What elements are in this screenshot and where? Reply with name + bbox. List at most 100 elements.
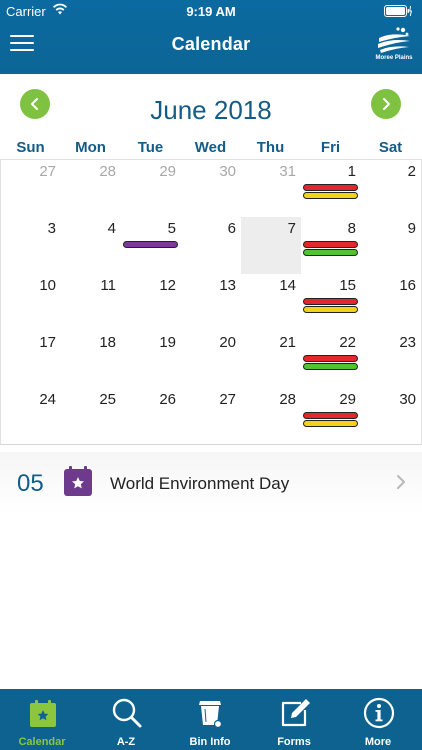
weekday-label-tue: Tue: [137, 139, 164, 156]
calendar-day-cell[interactable]: 24: [1, 388, 61, 445]
event-bar-green: [303, 249, 358, 256]
day-number: 19: [159, 334, 176, 351]
bin-icon: [195, 697, 227, 729]
day-number: 4: [107, 220, 116, 237]
tab-label: A-Z: [116, 736, 136, 748]
calendar-grid: 27 28 29 30 31 1 2 3 4 5 6 7 8 9 10 11 12 13 14 15 16 17 18 19 2…: [0, 159, 422, 445]
app-header: Carrier 9:19 AM Calendar Moree Plains: [0, 0, 422, 74]
calendar-day-cell[interactable]: 21: [241, 331, 301, 388]
calendar-day-cell[interactable]: 14: [241, 274, 301, 331]
day-number: 13: [219, 277, 236, 294]
day-number: 24: [39, 391, 56, 408]
calendar-day-cell[interactable]: 18: [61, 331, 121, 388]
event-bar-yellow: [303, 306, 358, 313]
calendar-day-cell[interactable]: 19: [121, 331, 181, 388]
calendar-day-cell[interactable]: 29: [301, 388, 361, 445]
event-list-item[interactable]: 05 World Environment Day: [0, 452, 422, 514]
chevron-right-icon: [396, 474, 406, 495]
calendar-day-cell[interactable]: 7: [241, 217, 301, 274]
calendar-day-cell[interactable]: 28: [241, 388, 301, 445]
calendar-day-cell[interactable]: 4: [61, 217, 121, 274]
status-bar: Carrier 9:19 AM: [0, 0, 422, 22]
calendar-day-cell[interactable]: 30: [361, 388, 421, 445]
calendar-day-cell[interactable]: 27: [1, 160, 61, 217]
day-number: 5: [167, 220, 176, 237]
calendar-day-cell[interactable]: 3: [1, 217, 61, 274]
day-number: 20: [219, 334, 236, 351]
day-number: 23: [399, 334, 416, 351]
weekday-label-sat: Sat: [378, 139, 403, 156]
day-number: 2: [407, 163, 416, 180]
calendar-day-cell[interactable]: 6: [181, 217, 241, 274]
calendar-day-cell[interactable]: 31: [241, 160, 301, 217]
event-bar-yellow: [303, 192, 358, 199]
event-bar-red: [303, 241, 358, 248]
calendar-day-cell[interactable]: 27: [181, 388, 241, 445]
day-number: 10: [39, 277, 56, 294]
tab-label: More: [364, 736, 392, 748]
day-number: 29: [339, 391, 356, 408]
tab-label: Forms: [277, 736, 311, 748]
month-title: June 2018: [150, 95, 272, 125]
weekday-label-mon: Mon: [75, 139, 106, 156]
day-number: 18: [99, 334, 116, 351]
council-logo: Moree Plains: [375, 26, 413, 66]
tab-a-z[interactable]: A-Z: [84, 689, 168, 750]
calendar-day-cell[interactable]: 5: [121, 217, 181, 274]
calendar-day-cell[interactable]: 8: [301, 217, 361, 274]
tab-calendar[interactable]: Calendar: [0, 689, 84, 750]
event-bar-red: [303, 298, 358, 305]
calendar-day-cell[interactable]: 1: [301, 160, 361, 217]
calendar-day-cell[interactable]: 11: [61, 274, 121, 331]
day-number: 6: [227, 220, 236, 237]
day-number: 28: [99, 163, 116, 180]
day-number: 12: [159, 277, 176, 294]
day-number: 22: [339, 334, 356, 351]
calendar-day-cell[interactable]: 12: [121, 274, 181, 331]
day-number: 15: [339, 277, 356, 294]
next-month-button[interactable]: [371, 89, 401, 119]
event-bar-red: [303, 355, 358, 362]
calendar-day-cell[interactable]: 25: [61, 388, 121, 445]
logo-text: Moree Plains: [375, 55, 413, 61]
calendar-day-cell[interactable]: 29: [121, 160, 181, 217]
calendar-day-cell[interactable]: 30: [181, 160, 241, 217]
calendar-day-cell[interactable]: 9: [361, 217, 421, 274]
search-icon: [111, 697, 143, 729]
info-icon: [363, 697, 395, 729]
calendar-day-cell[interactable]: 16: [361, 274, 421, 331]
calendar-day-cell[interactable]: 10: [1, 274, 61, 331]
page-title: Calendar: [171, 34, 251, 54]
calendar-day-cell[interactable]: 2: [361, 160, 421, 217]
event-bar-yellow: [303, 420, 358, 427]
day-number: 27: [39, 163, 56, 180]
calendar-day-cell[interactable]: 22: [301, 331, 361, 388]
day-number: 14: [279, 277, 296, 294]
calendar-day-cell[interactable]: 20: [181, 331, 241, 388]
status-time: 9:19 AM: [186, 4, 236, 19]
day-number: 28: [279, 391, 296, 408]
calendar-day-cell[interactable]: 26: [121, 388, 181, 445]
day-number: 27: [219, 391, 236, 408]
weekday-label-wed: Wed: [194, 139, 227, 156]
month-navigation: June 2018: [0, 74, 422, 136]
event-bar-red: [303, 412, 358, 419]
calendar-day-cell[interactable]: 13: [181, 274, 241, 331]
tab-bar: Calendar A-Z Bin Info Forms More: [0, 689, 422, 750]
event-bar-green: [303, 363, 358, 370]
calendar-day-cell[interactable]: 17: [1, 331, 61, 388]
day-number: 16: [399, 277, 416, 294]
day-number: 17: [39, 334, 56, 351]
nav-bar: Calendar Moree Plains: [0, 22, 422, 74]
calendar-day-cell[interactable]: 23: [361, 331, 421, 388]
day-number: 21: [279, 334, 296, 351]
edit-icon: [279, 697, 311, 729]
star-calendar-icon: [64, 466, 92, 496]
calendar-day-cell[interactable]: 28: [61, 160, 121, 217]
tab-more[interactable]: More: [336, 689, 420, 750]
tab-bin-info[interactable]: Bin Info: [168, 689, 252, 750]
tab-forms[interactable]: Forms: [252, 689, 336, 750]
calendar-day-cell[interactable]: 15: [301, 274, 361, 331]
event-day: 05: [17, 470, 44, 497]
event-title: World Environment Day: [110, 474, 290, 493]
